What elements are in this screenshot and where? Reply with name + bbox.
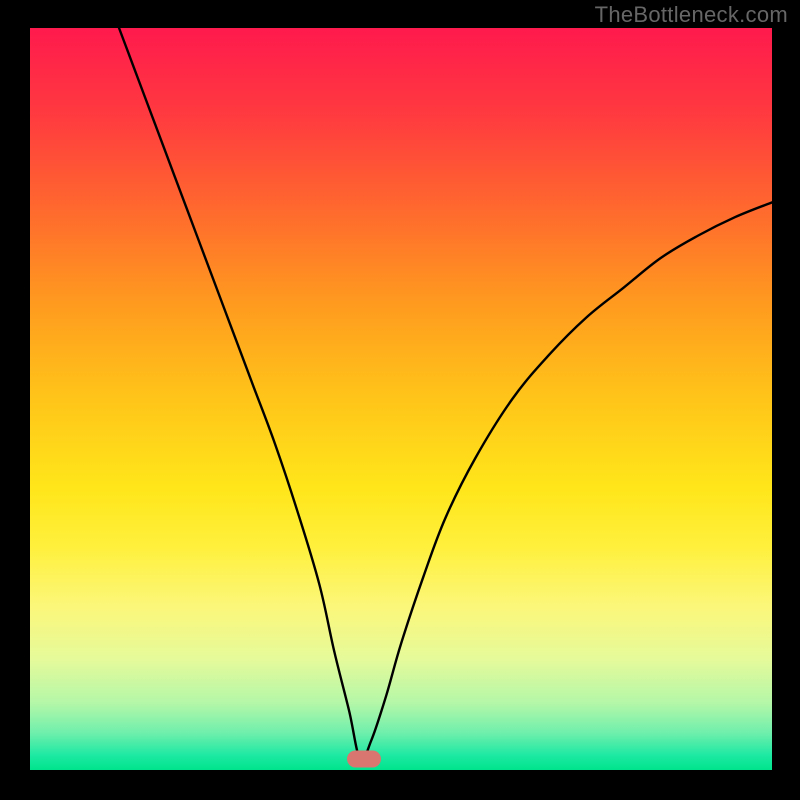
chart-frame: TheBottleneck.com [0,0,800,800]
watermark-text: TheBottleneck.com [595,2,788,28]
plot-area [30,28,772,770]
minimum-marker [347,750,381,767]
bottleneck-curve [30,28,772,770]
